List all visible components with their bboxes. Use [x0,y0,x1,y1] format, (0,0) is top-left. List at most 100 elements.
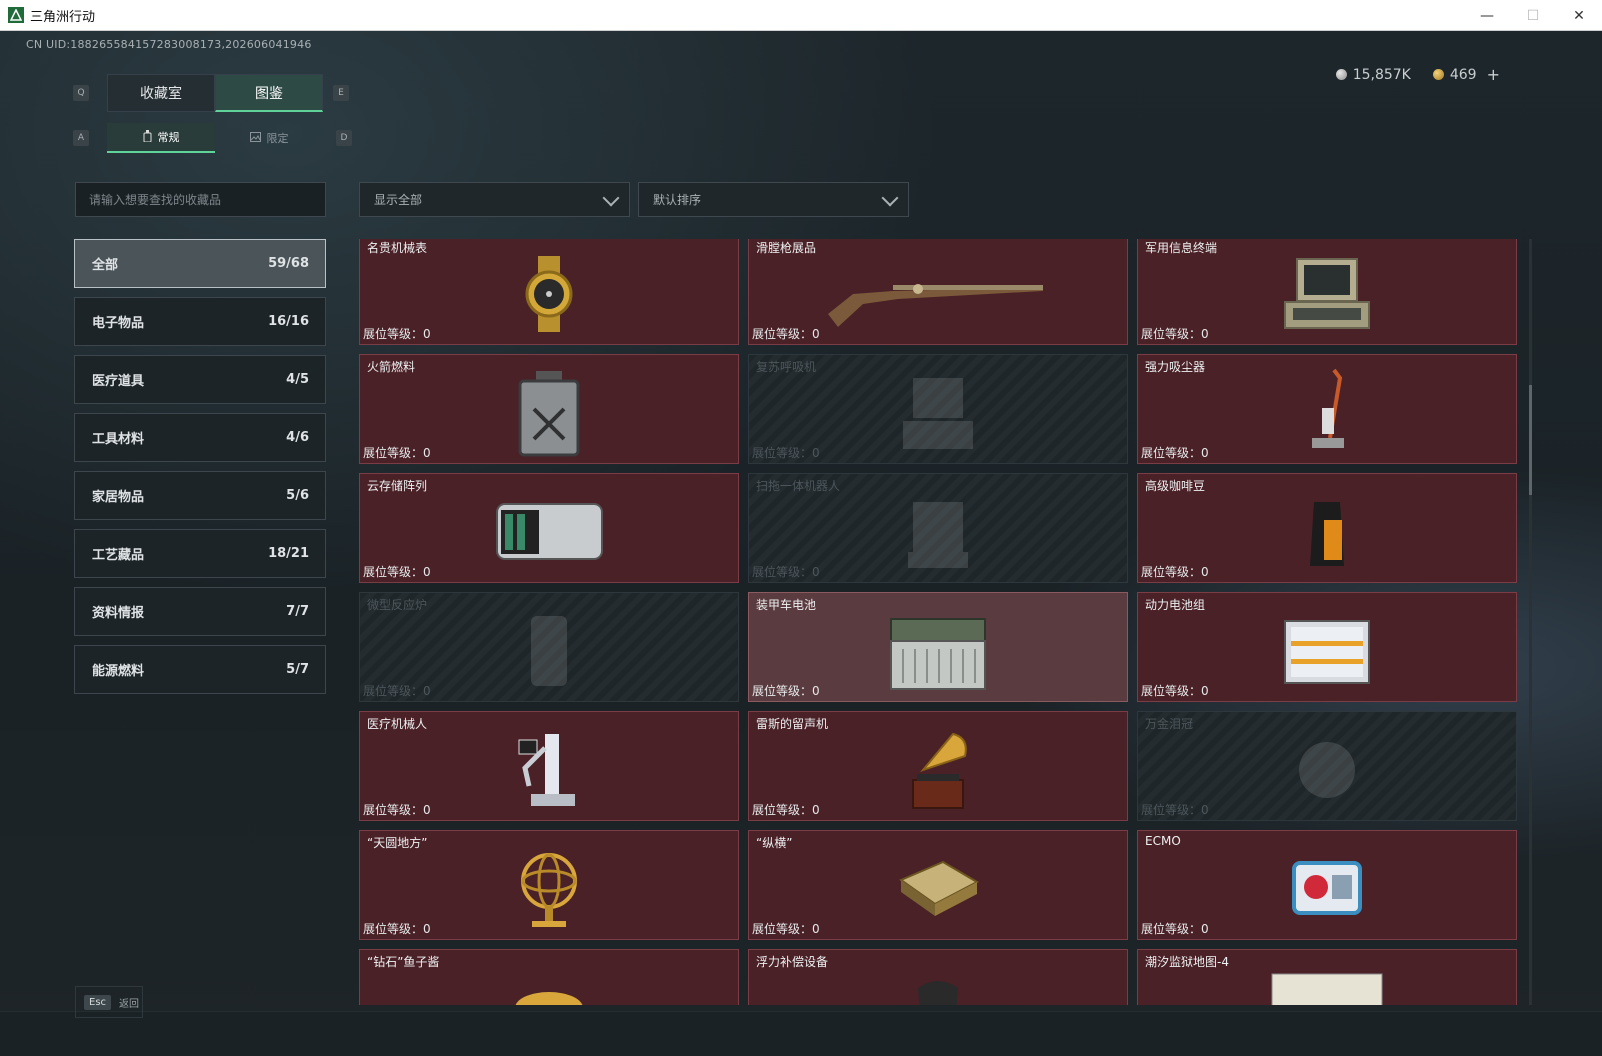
maximize-button[interactable]: ☐ [1510,0,1556,31]
level-label: 展位等级： [752,684,813,698]
medical-robot-icon [494,722,604,818]
key-hint-a: A [73,130,89,146]
category-item-intel[interactable]: 资料情报 7/7 [74,587,326,636]
item-card[interactable]: 潮汐监狱地图-4 展位等级：0 [1137,949,1517,1005]
category-label: 工具材料 [92,432,145,447]
item-card[interactable]: 火箭燃料 展位等级：0 [359,354,739,464]
filter-dropdown[interactable]: 显示全部 [359,182,630,217]
item-card[interactable]: 高级咖啡豆 展位等级：0 [1137,473,1517,583]
item-card[interactable]: 万金泪冠 展位等级：0 [1137,711,1517,821]
item-card[interactable]: 雷斯的留声机 展位等级：0 [748,711,1128,821]
app-logo-icon [8,7,24,23]
level-label: 展位等级： [1141,803,1202,817]
tab-collection-room[interactable]: 收藏室 [107,74,215,112]
category-item-crafts[interactable]: 工艺藏品 18/21 [74,529,326,578]
level-label: 展位等级： [1141,446,1202,460]
item-card[interactable]: “纵横” 展位等级：0 [748,830,1128,940]
item-card[interactable]: 医疗机械人 展位等级：0 [359,711,739,821]
storage-array-icon [484,484,614,580]
bottle-icon [143,129,152,145]
level-label: 展位等级： [363,565,424,579]
item-name: 动力电池组 [1145,598,1206,612]
category-count: 4/5 [286,372,309,387]
esc-key-hint: Esc [84,994,112,1010]
level-value: 0 [423,327,431,341]
item-card[interactable]: 滑膛枪展品 展位等级：0 [748,239,1128,345]
sort-value: 默认排序 [653,193,702,207]
level-value: 0 [812,684,820,698]
category-item-all[interactable]: 全部 59/68 [74,239,326,288]
item-card[interactable]: 复苏呼吸机 展位等级：0 [748,354,1128,464]
bottom-bar [0,1011,1602,1056]
tab-limited[interactable]: 限定 [215,123,323,153]
scrollbar-thumb[interactable] [1529,385,1532,495]
category-label: 家居物品 [92,490,145,505]
currency-bar: 15,857K 469 + [1335,65,1500,84]
image-icon [249,131,261,145]
category-item-household[interactable]: 家居物品 5/6 [74,471,326,520]
item-name: 滑膛枪展品 [756,241,817,255]
category-item-tools[interactable]: 工具材料 4/6 [74,413,326,462]
tab-catalog[interactable]: 图鉴 [215,74,323,112]
category-count: 5/6 [286,488,309,503]
item-card[interactable]: 扫拖一体机器人 展位等级：0 [748,473,1128,583]
category-item-medical[interactable]: 医疗道具 4/5 [74,355,326,404]
level-label: 展位等级： [363,922,424,936]
item-card[interactable]: ECMO 展位等级：0 [1137,830,1517,940]
ventilator-icon [883,365,993,461]
map-icon [1267,960,1387,1005]
level-value: 0 [1201,684,1209,698]
fuel-can-icon [494,365,604,461]
item-card[interactable]: 微型反应炉 展位等级：0 [359,592,739,702]
tab-regular[interactable]: 常规 [107,123,215,153]
item-card[interactable]: 强力吸尘器 展位等级：0 [1137,354,1517,464]
item-card[interactable]: 装甲车电池 展位等级：0 [748,592,1128,702]
item-card[interactable]: “钻石”鱼子酱 展位等级：0 [359,949,739,1005]
close-button[interactable]: ✕ [1556,0,1602,31]
category-count: 7/7 [286,604,309,619]
item-card[interactable]: 动力电池组 展位等级：0 [1137,592,1517,702]
level-value: 0 [423,446,431,460]
sub-tabs: 常规 限定 [107,123,323,153]
level-label: 展位等级： [752,803,813,817]
back-button[interactable]: Esc 返回 [75,986,143,1018]
category-label: 能源燃料 [92,664,145,679]
item-name: “钻石”鱼子酱 [367,955,440,969]
level-value: 0 [1201,922,1209,936]
chevron-down-icon [602,189,620,207]
sort-dropdown[interactable]: 默认排序 [638,182,909,217]
tab-limited-label: 限定 [266,132,289,145]
category-item-energy[interactable]: 能源燃料 5/7 [74,645,326,694]
level-label: 展位等级： [1141,684,1202,698]
category-count: 16/16 [268,314,309,329]
level-value: 0 [812,922,820,936]
item-card[interactable]: “天圆地方” 展位等级：0 [359,830,739,940]
item-card[interactable]: 军用信息终端 展位等级：0 [1137,239,1517,345]
level-label: 展位等级： [752,565,813,579]
gold-currency: 469 + [1432,65,1500,84]
item-card[interactable]: 浮力补偿设备 展位等级：0 [748,949,1128,1005]
search-input[interactable]: 请输入想要查找的收藏品 [75,182,326,217]
minimize-button[interactable]: — [1464,0,1510,31]
level-value: 0 [1201,327,1209,341]
key-hint-e: E [333,85,349,101]
grid-scrollbar[interactable] [1529,239,1532,1005]
item-name: 云存储阵列 [367,479,428,493]
category-label: 全部 [92,258,119,273]
level-value: 0 [423,565,431,579]
item-card[interactable]: 名贵机械表 展位等级：0 [359,239,739,345]
item-name: 微型反应炉 [367,598,428,612]
battery-pack-icon [1272,603,1382,699]
item-name: ECMO [1145,834,1181,848]
level-label: 展位等级： [1141,327,1202,341]
item-name: 火箭燃料 [367,360,416,374]
category-item-electronics[interactable]: 电子物品 16/16 [74,297,326,346]
caviar-icon [494,960,604,1005]
tab-regular-label: 常规 [157,131,180,144]
category-list: 全部 59/68 电子物品 16/16 医疗道具 4/5 工具材料 4/6 家居… [74,239,326,703]
level-value: 0 [812,803,820,817]
category-label: 电子物品 [92,316,145,331]
item-card[interactable]: 云存储阵列 展位等级：0 [359,473,739,583]
category-count: 59/68 [268,256,309,271]
add-currency-button[interactable]: + [1487,65,1500,84]
